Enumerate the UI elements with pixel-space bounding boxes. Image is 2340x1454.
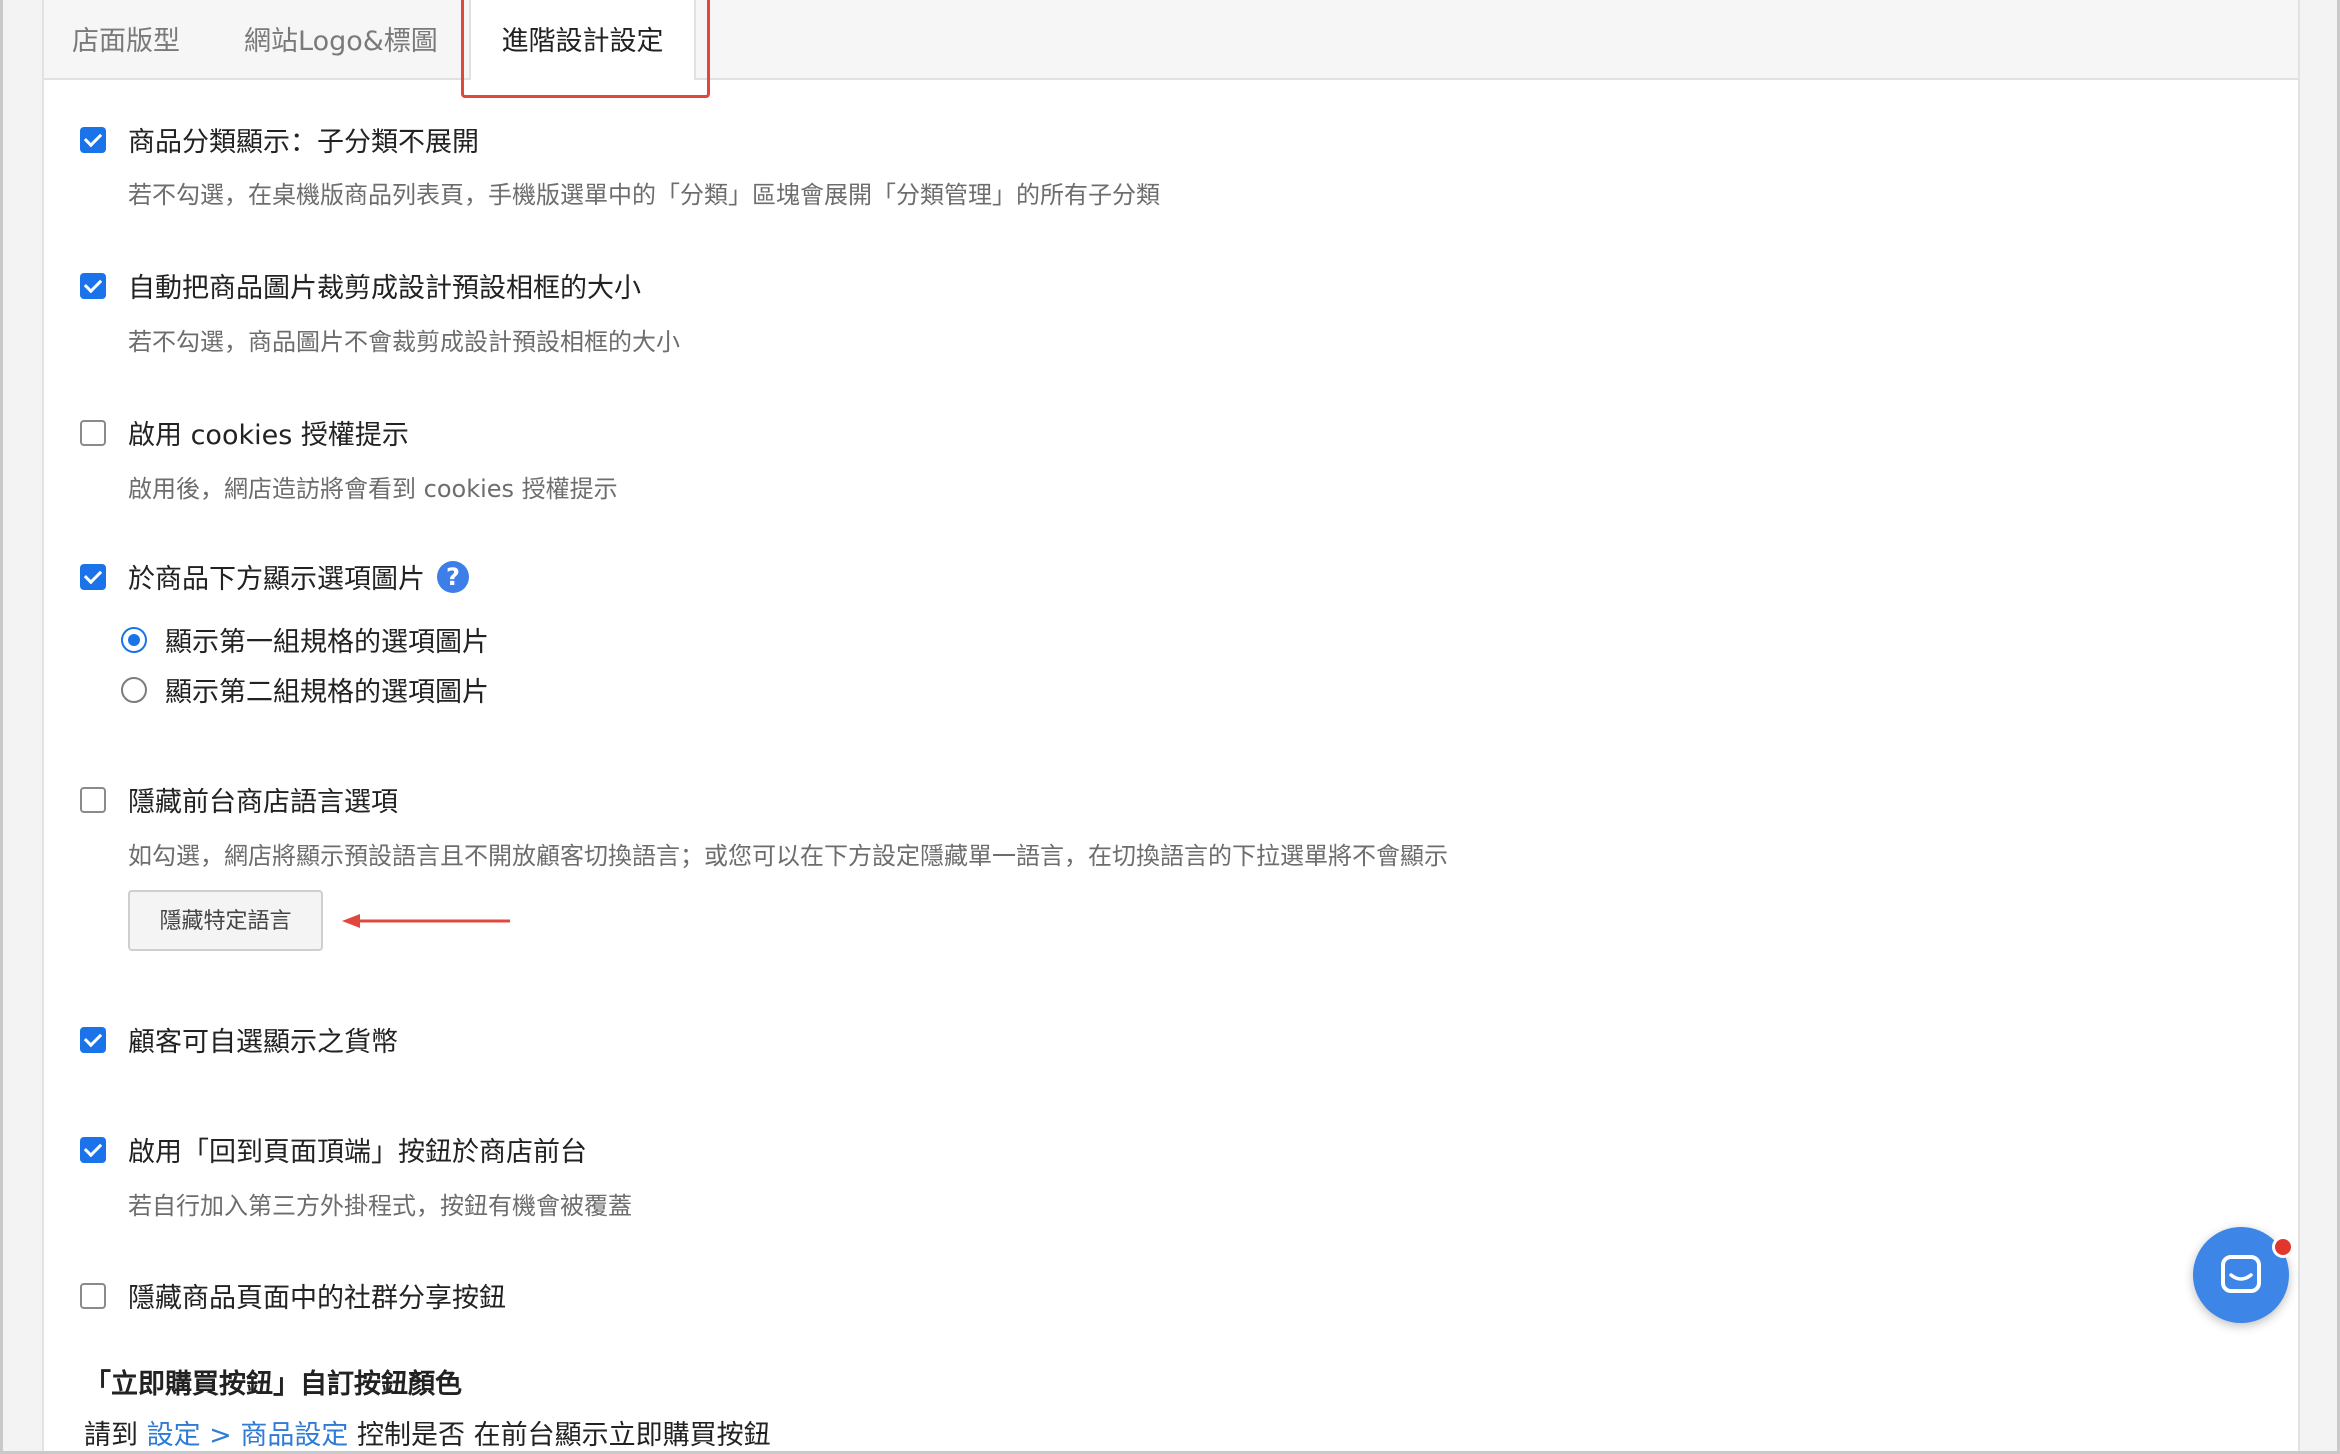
hide-language-label: 隱藏前台商店語言選項	[128, 787, 398, 818]
buy-now-suffix: 控制是否 在前台顯示立即購買按鈕	[356, 1420, 771, 1451]
currency-label: 顧客可自選顯示之貨幣	[128, 1027, 398, 1058]
crop-label: 自動把商品圖片裁剪成設計預設相框的大小	[128, 273, 641, 304]
first-spec-label: 顯示第一組規格的選項圖片	[165, 627, 489, 658]
setting-social-share: 隱藏商品頁面中的社群分享按鈕	[80, 1276, 506, 1315]
subcategory-checkbox[interactable]	[80, 126, 106, 153]
hide-language-checkbox[interactable]	[80, 786, 106, 813]
back-to-top-label: 啟用「回到頁面頂端」按鈕於商店前台	[128, 1137, 587, 1168]
buy-now-instruction: 請到 設定 > 商品設定 控制是否 在前台顯示立即購買按鈕	[84, 1413, 771, 1452]
second-spec-radio[interactable]	[121, 676, 147, 703]
setting-currency: 顧客可自選顯示之貨幣	[80, 1020, 398, 1059]
second-spec-label: 顯示第二組規格的選項圖片	[165, 677, 489, 708]
buy-now-section-title: 「立即購買按鈕」自訂按鈕顏色	[84, 1369, 462, 1400]
social-share-label: 隱藏商品頁面中的社群分享按鈕	[128, 1283, 506, 1314]
cookies-checkbox[interactable]	[80, 419, 106, 446]
hide-language-help: 如勾選，網店將顯示預設語言且不開放顧客切換語言；或您可以在下方設定隱藏單一語言，…	[128, 842, 1448, 870]
subcategory-help: 若不勾選，在桌機版商品列表頁，手機版選單中的「分類」區塊會展開「分類管理」的所有…	[128, 181, 1160, 209]
setting-cookies: 啟用 cookies 授權提示	[80, 413, 409, 452]
social-share-checkbox[interactable]	[80, 1282, 106, 1309]
tab-logo-banner[interactable]: 網站Logo&標圖	[244, 0, 438, 78]
page-gutter-left	[3, 0, 44, 1451]
radio-first-spec: 顯示第一組規格的選項圖片	[121, 620, 489, 659]
currency-checkbox[interactable]	[80, 1026, 106, 1053]
crop-help: 若不勾選，商品圖片不會裁剪成設計預設相框的大小	[128, 328, 680, 356]
setting-subcategory: 商品分類顯示：子分類不展開	[80, 120, 479, 159]
cookies-label: 啟用 cookies 授權提示	[128, 420, 409, 451]
product-settings-link[interactable]: 設定 > 商品設定	[147, 1420, 349, 1451]
setting-hide-language: 隱藏前台商店語言選項	[80, 780, 398, 819]
first-spec-radio[interactable]	[121, 626, 147, 653]
setting-back-to-top: 啟用「回到頁面頂端」按鈕於商店前台	[80, 1130, 587, 1169]
tab-advanced-design[interactable]: 進階設計設定	[469, 0, 696, 80]
subcategory-label: 商品分類顯示：子分類不展開	[128, 127, 479, 158]
page-gutter-right	[2298, 0, 2339, 1451]
cookies-help: 啟用後，網店造訪將會看到 cookies 授權提示	[128, 475, 618, 503]
option-images-checkbox[interactable]	[80, 563, 106, 590]
tab-store-layout[interactable]: 店面版型	[72, 0, 180, 78]
setting-option-images: 於商品下方顯示選項圖片 ?	[80, 557, 469, 596]
arrow-annotation-icon	[342, 914, 510, 928]
tab-bar: 店面版型 網站Logo&標圖 進階設計設定	[44, 0, 2298, 80]
hide-specific-language-button[interactable]: 隱藏特定語言	[128, 890, 323, 951]
back-to-top-checkbox[interactable]	[80, 1136, 106, 1163]
back-to-top-help: 若自行加入第三方外掛程式，按鈕有機會被覆蓋	[128, 1192, 632, 1220]
chat-notification-badge	[2272, 1236, 2294, 1258]
crop-checkbox[interactable]	[80, 272, 106, 299]
setting-crop: 自動把商品圖片裁剪成設計預設相框的大小	[80, 266, 641, 305]
buy-now-prefix: 請到	[84, 1420, 138, 1451]
question-circle-icon[interactable]: ?	[437, 560, 469, 593]
option-images-label: 於商品下方顯示選項圖片	[128, 564, 425, 595]
radio-second-spec: 顯示第二組規格的選項圖片	[121, 670, 489, 709]
